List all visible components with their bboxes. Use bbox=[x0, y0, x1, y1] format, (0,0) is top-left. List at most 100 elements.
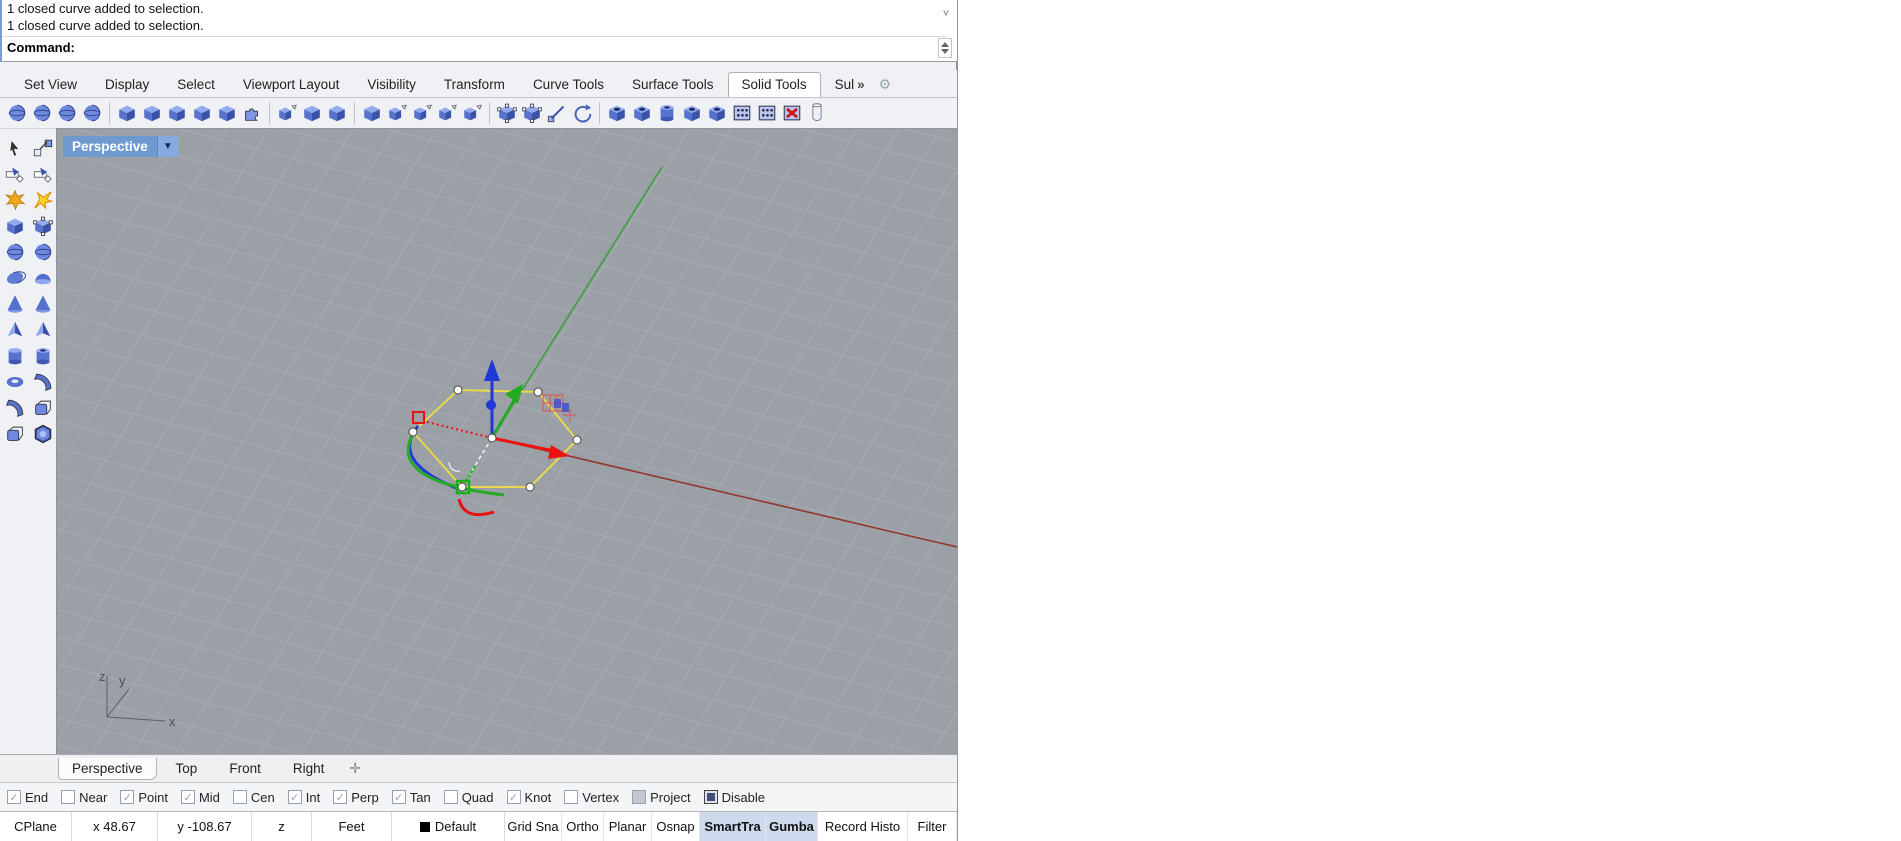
rotate-tool-icon[interactable] bbox=[570, 101, 594, 125]
extrude-tool-icon[interactable] bbox=[460, 101, 484, 125]
osnap-near-checkbox[interactable]: ✓ bbox=[61, 790, 75, 804]
osnap-point-checkbox[interactable]: ✓ bbox=[120, 790, 134, 804]
delete-x-tool-icon[interactable] bbox=[780, 101, 804, 125]
slash-tool-icon[interactable] bbox=[545, 101, 569, 125]
cone-tool-icon[interactable] bbox=[3, 292, 27, 316]
extrude-tool-icon[interactable] bbox=[275, 101, 299, 125]
torus-tool-icon[interactable] bbox=[3, 370, 27, 394]
osnap-cen[interactable]: ✓Cen bbox=[233, 790, 275, 805]
osnap-near[interactable]: ✓Near bbox=[61, 790, 107, 805]
elbow-tool-icon[interactable] bbox=[31, 370, 55, 394]
sphere-tool-icon[interactable] bbox=[55, 101, 79, 125]
osnap-point[interactable]: ✓Point bbox=[120, 790, 168, 805]
status-pane-smarttra[interactable]: SmartTra bbox=[700, 812, 766, 841]
menu-tab-viewport-layout[interactable]: Viewport Layout bbox=[229, 72, 354, 97]
osnap-vertex-checkbox[interactable]: ✓ bbox=[564, 790, 578, 804]
hole-tool-icon[interactable] bbox=[705, 101, 729, 125]
status-pane-filter[interactable]: Filter bbox=[908, 812, 957, 841]
status-pane-record-histo[interactable]: Record Histo bbox=[818, 812, 908, 841]
osnap-cen-checkbox[interactable]: ✓ bbox=[233, 790, 247, 804]
grid-tool-icon[interactable] bbox=[755, 101, 779, 125]
hexnut-tool-icon[interactable] bbox=[31, 422, 55, 446]
cube-tool-icon[interactable] bbox=[3, 214, 27, 238]
burst-tool-icon[interactable] bbox=[31, 188, 55, 212]
new-viewport-tab-icon[interactable]: ✛ bbox=[343, 760, 367, 777]
cube-tool-icon[interactable] bbox=[190, 101, 214, 125]
hole-tool-icon[interactable] bbox=[680, 101, 704, 125]
cup-tool-icon[interactable] bbox=[805, 101, 829, 125]
command-history-expand-icon[interactable]: ˅ bbox=[938, 8, 954, 28]
status-default[interactable]: Default bbox=[392, 812, 505, 841]
status-pane-grid-sna[interactable]: Grid Sna bbox=[505, 812, 562, 841]
explode-tool-icon[interactable] bbox=[3, 188, 27, 212]
osnap-disable[interactable]: ✓Disable bbox=[704, 790, 765, 805]
osnap-perp-checkbox[interactable]: ✓ bbox=[333, 790, 347, 804]
cursor-tool-icon[interactable] bbox=[3, 136, 27, 160]
viewport-tab-perspective[interactable]: Perspective bbox=[58, 758, 157, 780]
command-prompt[interactable]: Command: bbox=[7, 40, 75, 55]
cage-tool-icon[interactable] bbox=[520, 101, 544, 125]
command-scroll-spinner[interactable] bbox=[938, 38, 952, 58]
extrude-tool-icon[interactable] bbox=[435, 101, 459, 125]
pyramid-tool-icon[interactable] bbox=[31, 318, 55, 342]
osnap-mid-checkbox[interactable]: ✓ bbox=[181, 790, 195, 804]
status-pane-gumba[interactable]: Gumba bbox=[766, 812, 818, 841]
tab-overflow-chevron-icon[interactable]: » bbox=[857, 77, 865, 92]
viewport-title[interactable]: Perspective bbox=[63, 136, 157, 157]
osnap-end-checkbox[interactable]: ✓ bbox=[7, 790, 21, 804]
osnap-project-checkbox[interactable]: ✓ bbox=[632, 790, 646, 804]
menu-tab-visibility[interactable]: Visibility bbox=[353, 72, 430, 97]
status-y-108-67[interactable]: y -108.67 bbox=[158, 812, 252, 841]
cube-tool-icon[interactable] bbox=[300, 101, 324, 125]
viewport-title-badge[interactable]: Perspective ▼ bbox=[63, 136, 178, 157]
osnap-end[interactable]: ✓End bbox=[7, 790, 48, 805]
osnap-knot[interactable]: ✓Knot bbox=[507, 790, 552, 805]
hole-tool-icon[interactable] bbox=[630, 101, 654, 125]
extrude-tool-icon[interactable] bbox=[410, 101, 434, 125]
menu-tab-curve-tools[interactable]: Curve Tools bbox=[519, 72, 618, 97]
extrude-tool-icon[interactable] bbox=[385, 101, 409, 125]
osnap-quad-checkbox[interactable]: ✓ bbox=[444, 790, 458, 804]
cage-tool-icon[interactable] bbox=[31, 214, 55, 238]
elbow-tool-icon[interactable] bbox=[3, 396, 27, 420]
status-feet[interactable]: Feet bbox=[312, 812, 392, 841]
osnap-quad[interactable]: ✓Quad bbox=[444, 790, 494, 805]
status-cplane[interactable]: CPlane bbox=[0, 812, 72, 841]
spinner-up-icon[interactable] bbox=[941, 42, 949, 47]
cage-tool-icon[interactable] bbox=[495, 101, 519, 125]
status-z[interactable]: z bbox=[252, 812, 312, 841]
menu-tab-sul[interactable]: Sul» bbox=[821, 72, 879, 97]
sphere-tool-icon[interactable] bbox=[30, 101, 54, 125]
menu-tab-surface-tools[interactable]: Surface Tools bbox=[618, 72, 728, 97]
menu-tab-select[interactable]: Select bbox=[163, 72, 229, 97]
menu-tab-set-view[interactable]: Set View bbox=[10, 72, 91, 97]
viewport-scene[interactable]: z y x bbox=[57, 129, 957, 754]
sphere-tool-icon[interactable] bbox=[5, 101, 29, 125]
osnap-int-checkbox[interactable]: ✓ bbox=[288, 790, 302, 804]
slab-tool-icon[interactable] bbox=[31, 396, 55, 420]
cone-tool-icon[interactable] bbox=[31, 292, 55, 316]
menu-tab-solid-tools[interactable]: Solid Tools bbox=[728, 72, 821, 97]
cube-tool-icon[interactable] bbox=[140, 101, 164, 125]
osnap-disable-checkbox[interactable]: ✓ bbox=[704, 790, 718, 804]
viewport-tab-right[interactable]: Right bbox=[280, 758, 338, 779]
puzzle-tool-icon[interactable] bbox=[240, 101, 264, 125]
tube-tool-icon[interactable] bbox=[655, 101, 679, 125]
trim-tool-icon[interactable] bbox=[31, 162, 55, 186]
ellipsoid-tool-icon[interactable] bbox=[3, 266, 27, 290]
osnap-tan[interactable]: ✓Tan bbox=[392, 790, 431, 805]
osnap-perp[interactable]: ✓Perp bbox=[333, 790, 378, 805]
viewport-tab-front[interactable]: Front bbox=[216, 758, 274, 779]
sphere-tool-icon[interactable] bbox=[3, 240, 27, 264]
status-x-48-67[interactable]: x 48.67 bbox=[72, 812, 158, 841]
viewport-menu-chevron-icon[interactable]: ▼ bbox=[157, 136, 178, 157]
cube-tool-icon[interactable] bbox=[165, 101, 189, 125]
half-tool-icon[interactable] bbox=[31, 266, 55, 290]
hole-tool-icon[interactable] bbox=[605, 101, 629, 125]
spinner-down-icon[interactable] bbox=[941, 49, 949, 54]
slab-tool-icon[interactable] bbox=[3, 422, 27, 446]
osnap-tan-checkbox[interactable]: ✓ bbox=[392, 790, 406, 804]
viewport-tab-top[interactable]: Top bbox=[163, 758, 211, 779]
cube-tool-icon[interactable] bbox=[215, 101, 239, 125]
cube-tool-icon[interactable] bbox=[360, 101, 384, 125]
